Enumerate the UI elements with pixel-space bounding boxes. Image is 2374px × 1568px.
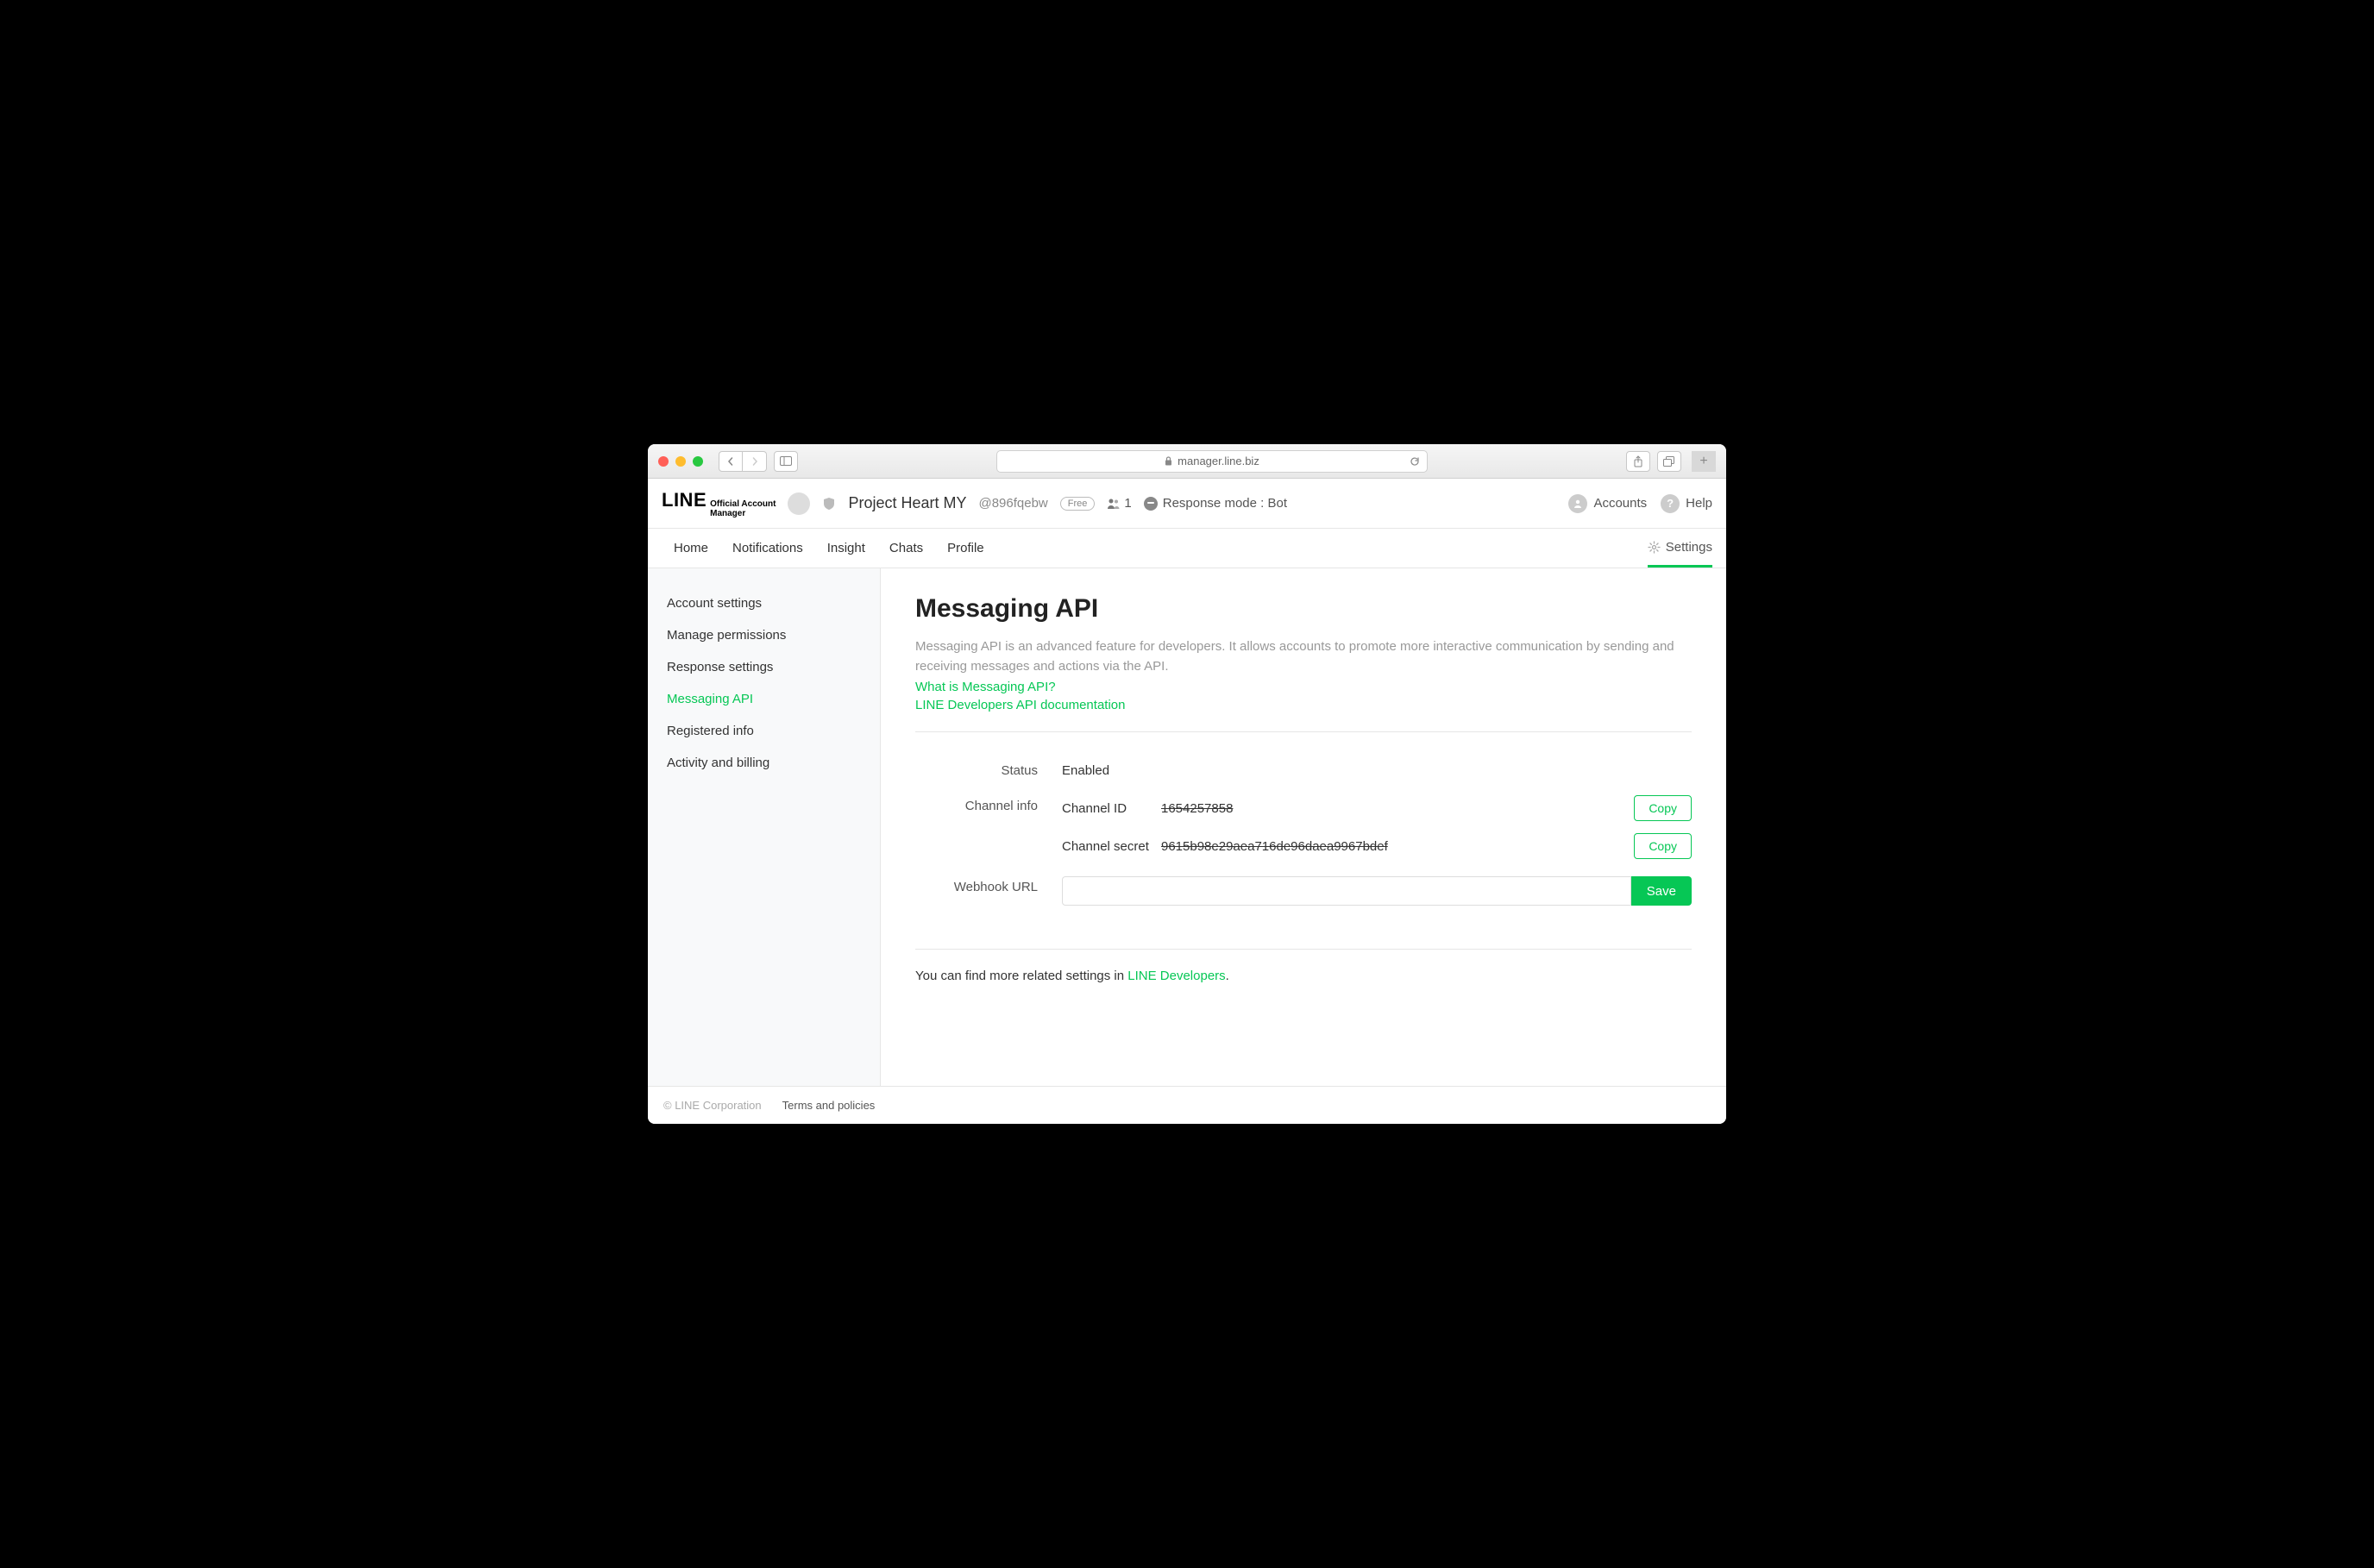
forward-button[interactable] [743, 451, 767, 472]
gear-icon [1648, 541, 1661, 554]
reload-button[interactable] [1410, 456, 1420, 467]
tab-insight[interactable]: Insight [815, 529, 877, 568]
status-value: Enabled [1062, 760, 1692, 778]
accounts-link[interactable]: Accounts [1568, 494, 1647, 513]
channel-secret-label: Channel secret [1062, 839, 1161, 854]
logo[interactable]: LINE Official AccountManager [662, 489, 776, 518]
chat-icon [1144, 497, 1158, 511]
tab-settings[interactable]: Settings [1648, 529, 1712, 568]
body: Account settings Manage permissions Resp… [648, 568, 1726, 1086]
reload-icon [1410, 456, 1420, 467]
chevron-right-icon [751, 457, 759, 466]
channel-id-value: 1654257858 [1161, 801, 1634, 816]
titlebar-right: + [1626, 451, 1716, 472]
chevron-left-icon [726, 457, 735, 466]
account-id: @896fqebw [978, 496, 1047, 511]
page-description: Messaging API is an advanced feature for… [915, 637, 1692, 676]
tabs-icon [1663, 456, 1675, 467]
person-icon [1568, 494, 1587, 513]
url-bar[interactable]: manager.line.biz [996, 450, 1428, 473]
tabs-button[interactable] [1657, 451, 1681, 472]
channel-id-label: Channel ID [1062, 801, 1161, 816]
minimize-window-button[interactable] [675, 456, 686, 467]
line-developers-link[interactable]: LINE Developers [1127, 969, 1225, 983]
maximize-window-button[interactable] [693, 456, 703, 467]
channel-id-row: Channel ID 1654257858 Copy [1062, 795, 1692, 821]
tab-profile[interactable]: Profile [935, 529, 996, 568]
tabs-bar: Home Notifications Insight Chats Profile… [648, 529, 1726, 568]
new-tab-button[interactable]: + [1692, 451, 1716, 472]
sidebar: Account settings Manage permissions Resp… [648, 568, 881, 1086]
url-text: manager.line.biz [1178, 455, 1259, 467]
nav-buttons [719, 451, 767, 472]
tab-chats[interactable]: Chats [877, 529, 935, 568]
back-button[interactable] [719, 451, 743, 472]
plan-badge: Free [1060, 497, 1096, 511]
header-right: Accounts ? Help [1568, 494, 1712, 513]
sidebar-item-manage-permissions[interactable]: Manage permissions [648, 619, 880, 651]
titlebar: manager.line.biz + [648, 444, 1726, 479]
copy-channel-id-button[interactable]: Copy [1634, 795, 1692, 821]
channel-secret-row: Channel secret 9615b98e29aea716de96daea9… [1062, 833, 1692, 859]
response-mode: Response mode : Bot [1144, 496, 1287, 511]
webhook-row: Webhook URL Save [915, 868, 1692, 914]
status-label: Status [915, 760, 1062, 778]
sidebar-item-activity-billing[interactable]: Activity and billing [648, 747, 880, 779]
account-avatar[interactable] [788, 492, 810, 515]
browser-window: manager.line.biz + LINE Official Account… [648, 444, 1726, 1124]
tab-home[interactable]: Home [662, 529, 720, 568]
footer: © LINE Corporation Terms and policies [648, 1086, 1726, 1124]
page-title: Messaging API [915, 594, 1692, 624]
line-developers-docs-link[interactable]: LINE Developers API documentation [915, 698, 1692, 712]
copy-channel-secret-button[interactable]: Copy [1634, 833, 1692, 859]
shield-icon [822, 497, 836, 511]
logo-subtitle: Official AccountManager [710, 499, 776, 518]
help-link[interactable]: ? Help [1661, 494, 1712, 513]
status-row: Status Enabled [915, 751, 1692, 787]
app-header: LINE Official AccountManager Project Hea… [648, 479, 1726, 529]
sidebar-item-response-settings[interactable]: Response settings [648, 651, 880, 683]
divider [915, 949, 1692, 950]
sidebar-item-registered-info[interactable]: Registered info [648, 715, 880, 747]
copyright: © LINE Corporation [663, 1099, 762, 1112]
channel-secret-value: 9615b98e29aea716de96daea9967bdef [1161, 839, 1634, 854]
more-settings-text: You can find more related settings in LI… [915, 969, 1692, 983]
sidebar-item-account-settings[interactable]: Account settings [648, 587, 880, 619]
terms-link[interactable]: Terms and policies [782, 1099, 876, 1112]
tab-notifications[interactable]: Notifications [720, 529, 815, 568]
share-button[interactable] [1626, 451, 1650, 472]
channel-info-label: Channel info [915, 795, 1062, 813]
save-webhook-button[interactable]: Save [1631, 876, 1692, 906]
friend-count: 1 [1107, 496, 1131, 511]
sidebar-icon [780, 456, 792, 466]
logo-line: LINE [662, 489, 707, 511]
close-window-button[interactable] [658, 456, 669, 467]
sidebar-toggle-button[interactable] [774, 451, 798, 472]
project-name: Project Heart MY [848, 494, 966, 512]
friends-icon [1107, 498, 1121, 510]
webhook-label: Webhook URL [915, 876, 1062, 894]
lock-icon [1165, 456, 1172, 466]
divider [915, 731, 1692, 732]
what-is-messaging-api-link[interactable]: What is Messaging API? [915, 680, 1692, 694]
window-controls [658, 456, 703, 467]
sidebar-item-messaging-api[interactable]: Messaging API [648, 683, 880, 715]
help-icon: ? [1661, 494, 1680, 513]
share-icon [1633, 455, 1643, 467]
main-content: Messaging API Messaging API is an advanc… [881, 568, 1726, 1086]
channel-info-row: Channel info Channel ID 1654257858 Copy … [915, 787, 1692, 868]
webhook-url-input[interactable] [1062, 876, 1631, 906]
